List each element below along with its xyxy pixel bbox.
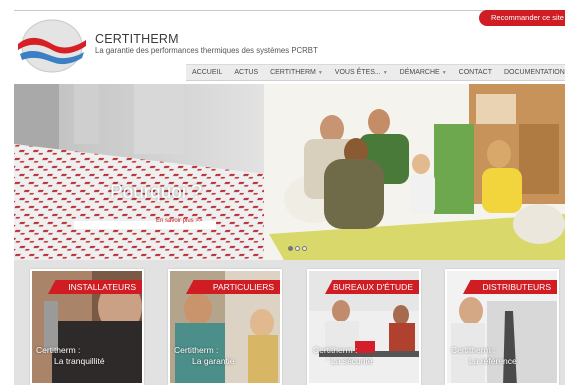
certitherm-logo-icon[interactable] bbox=[16, 18, 88, 74]
card-ribbon: INSTALLATEURS bbox=[48, 280, 142, 294]
hero-title: Pourquoi ? bbox=[110, 182, 202, 203]
hero-slider[interactable]: Pourquoi ? En savoir plus >> bbox=[14, 84, 565, 260]
main-nav: ACCUEIL ACTUS CERTITHERM ▼ VOUS ÊTES... ▼ … bbox=[186, 64, 565, 81]
brand-name: CERTITHERM bbox=[95, 32, 179, 46]
card-brand: Certitherm : bbox=[313, 345, 358, 355]
hero-image bbox=[14, 84, 565, 260]
chevron-down-icon: ▼ bbox=[441, 70, 447, 76]
card-text: La tranquillité bbox=[54, 356, 105, 366]
slider-dot[interactable] bbox=[302, 246, 307, 251]
slider-dot[interactable] bbox=[295, 246, 300, 251]
card-ribbon: DISTRIBUTEURS bbox=[463, 280, 557, 294]
card-brand: Certitherm : bbox=[174, 345, 219, 355]
card-text: La référence bbox=[469, 356, 517, 366]
slider-dot[interactable] bbox=[288, 246, 293, 251]
nav-item-vous-etes[interactable]: VOUS ÊTES... ▼ bbox=[329, 69, 394, 76]
card-text: La garantie bbox=[192, 356, 235, 366]
slider-dots bbox=[288, 246, 307, 251]
hero-read-more-link[interactable]: En savoir plus >> bbox=[156, 218, 202, 224]
nav-item-contact[interactable]: CONTACT bbox=[453, 69, 498, 76]
card-particuliers[interactable]: PARTICULIERS Certitherm : La garantie bbox=[168, 269, 282, 385]
nav-item-certitherm[interactable]: CERTITHERM ▼ bbox=[264, 69, 329, 76]
card-installateurs[interactable]: INSTALLATEURS Certitherm : La tranquilli… bbox=[30, 269, 144, 385]
card-ribbon: BUREAUX D'ÉTUDE bbox=[325, 280, 419, 294]
nav-item-actus[interactable]: ACTUS bbox=[228, 69, 264, 76]
chevron-down-icon: ▼ bbox=[382, 70, 388, 76]
nav-item-demarche[interactable]: DÉMARCHE ▼ bbox=[394, 69, 453, 76]
card-ribbon: PARTICULIERS bbox=[186, 280, 280, 294]
card-distributeurs[interactable]: DISTRIBUTEURS Certitherm : La référence bbox=[445, 269, 559, 385]
card-brand: Certitherm : bbox=[451, 345, 496, 355]
chevron-down-icon: ▼ bbox=[317, 70, 323, 76]
card-text: La sécurité bbox=[331, 356, 373, 366]
nav-item-documentation[interactable]: DOCUMENTATION bbox=[498, 69, 565, 76]
card-brand: Certitherm : bbox=[36, 345, 81, 355]
nav-item-accueil[interactable]: ACCUEIL bbox=[186, 69, 228, 76]
brand-tagline: La garantie des performances thermiques … bbox=[95, 46, 318, 55]
recommend-site-button[interactable]: Recommander ce site bbox=[479, 10, 565, 26]
card-bureaux-etude[interactable]: BUREAUX D'ÉTUDE Certitherm : La sécurité bbox=[307, 269, 421, 385]
